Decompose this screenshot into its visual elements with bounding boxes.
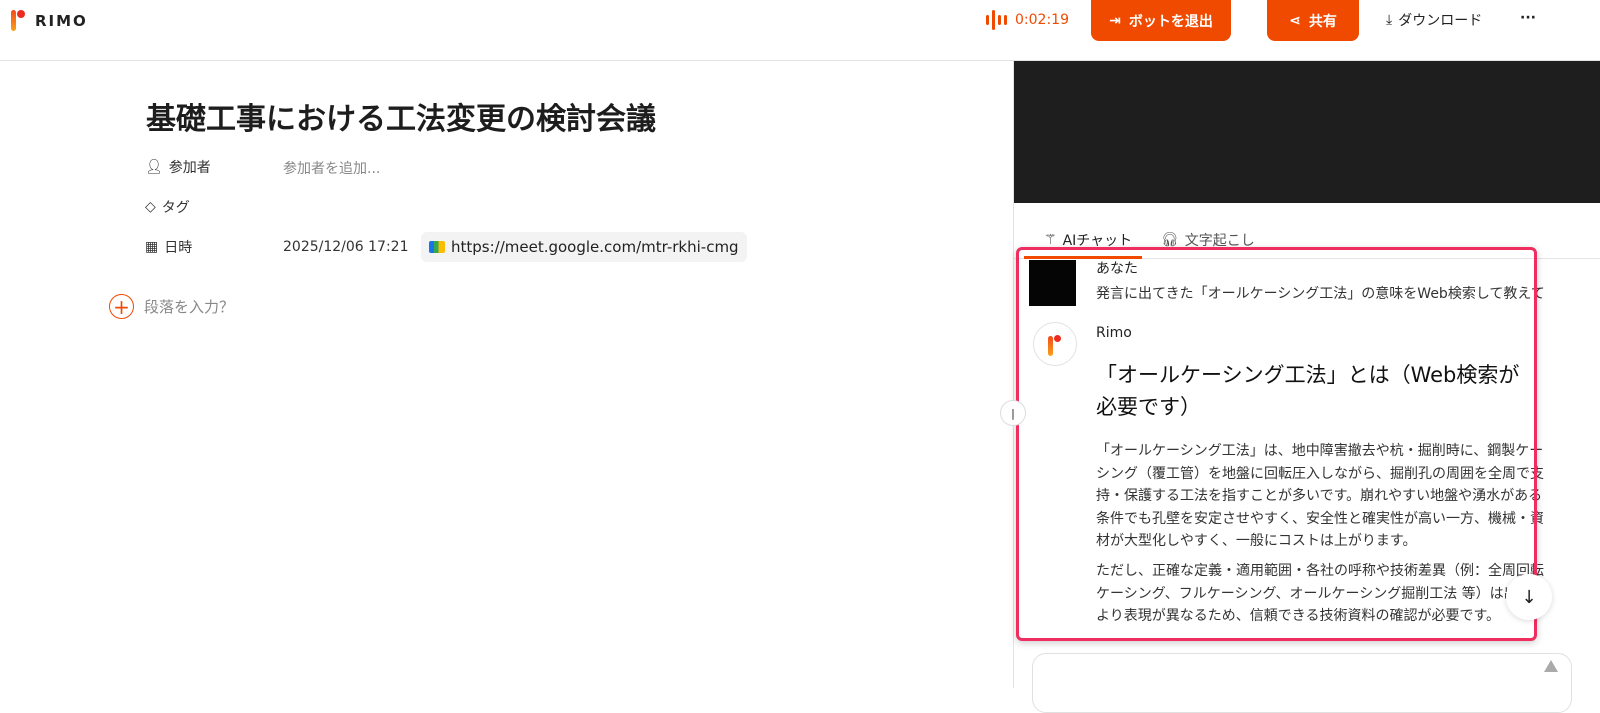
tab-ai-chat[interactable]: ⚚ AIチャット <box>1044 221 1132 259</box>
leave-bot-button[interactable]: ⇥ ボットを退出 <box>1091 0 1231 41</box>
rimo-logo[interactable]: RIMO <box>11 10 88 32</box>
tab-transcript-label: 文字起こし <box>1184 233 1255 249</box>
bot-paragraph: ただし、正確な定義・適用範囲・各社の呼称や技術差異（例：全周回転ケーシング、フル… <box>1096 563 1546 624</box>
leave-bot-label: ボットを退出 <box>1128 13 1213 30</box>
person-icon: 👤︎ <box>145 159 163 175</box>
more-menu-button[interactable]: ··· <box>1520 10 1536 26</box>
add-paragraph-placeholder: 段落を入力？ <box>144 298 235 316</box>
headphones-icon: 🎧︎ <box>1161 232 1179 248</box>
video-preview <box>1014 61 1600 203</box>
tab-ai-chat-label: AIチャット <box>1062 233 1133 249</box>
magic-wand-icon: ⚚ <box>1044 232 1057 248</box>
rimo-logo-mark <box>11 10 27 32</box>
share-icon: ⋖ <box>1289 12 1301 29</box>
calendar-icon: ▦ <box>145 239 159 255</box>
tag-icon: ◇ <box>145 199 156 215</box>
page-title[interactable]: 基礎工事における工法変更の検討会議 <box>146 94 656 138</box>
bot-paragraph: 「オールケーシング工法」は、地中障害撤去や杭・掘削時に、鋼製ケーシング（覆工管）… <box>1096 443 1544 549</box>
meeting-link-text: https://meet.google.com/mtr-rkhi-cmg <box>451 238 739 256</box>
download-icon: ⤓ <box>1386 12 1393 28</box>
recording-timer: 0:02:19 <box>1015 12 1069 28</box>
datetime-label-text: 日時 <box>164 240 193 256</box>
participants-label-text: 参加者 <box>168 160 211 176</box>
scroll-down-button[interactable]: ↓ <box>1506 574 1552 620</box>
share-label: 共有 <box>1308 13 1337 30</box>
participants-input[interactable]: 参加者を追加... <box>283 158 380 178</box>
bot-heading: 「オールケーシング工法」とは（Web検索が必要です） <box>1096 363 1520 419</box>
share-button[interactable]: ⋖ 共有 <box>1267 0 1359 41</box>
grip-icon: | <box>1011 406 1015 420</box>
add-paragraph[interactable]: + 段落を入力？ <box>109 294 234 319</box>
chat-input[interactable] <box>1032 653 1572 713</box>
tags-label[interactable]: ◇ タグ <box>145 197 190 217</box>
panel-tabs: ⚚ AIチャット 🎧︎ 文字起こし <box>1014 221 1600 259</box>
plus-icon[interactable]: + <box>109 294 134 319</box>
datetime-value[interactable]: 2025/12/06 17:21 <box>283 239 409 255</box>
user-message: 発言に出てきた「オールケーシング工法」の意味をWeb検索して教えて <box>1096 286 1545 302</box>
download-label: ダウンロード <box>1398 13 1483 29</box>
rimo-avatar <box>1033 322 1077 366</box>
waveform-icon <box>986 10 1007 30</box>
brand-name: RIMO <box>35 12 88 30</box>
top-bar: RIMO 0:02:19 ⇥ ボットを退出 ⋖ 共有 ⤓ ダウンロード ··· <box>0 0 1600 61</box>
exit-icon: ⇥ <box>1109 12 1121 29</box>
tab-transcript[interactable]: 🎧︎ 文字起こし <box>1161 221 1255 259</box>
participants-label: 👤︎ 参加者 <box>145 157 211 177</box>
active-tab-indicator <box>1024 256 1142 259</box>
download-button[interactable]: ⤓ ダウンロード <box>1386 10 1482 30</box>
send-icon[interactable] <box>1544 660 1558 672</box>
user-avatar <box>1029 260 1076 306</box>
google-meet-icon <box>429 241 445 253</box>
panel-resize-handle[interactable]: | <box>1000 400 1026 426</box>
bot-name: Rimo <box>1096 325 1132 341</box>
tags-label-text: タグ <box>161 200 190 216</box>
arrow-down-icon: ↓ <box>1521 586 1537 608</box>
recording-indicator: 0:02:19 <box>986 10 1069 30</box>
meeting-link[interactable]: https://meet.google.com/mtr-rkhi-cmg <box>421 232 747 262</box>
datetime-label: ▦ 日時 <box>145 237 192 257</box>
user-name: あなた <box>1096 261 1138 277</box>
